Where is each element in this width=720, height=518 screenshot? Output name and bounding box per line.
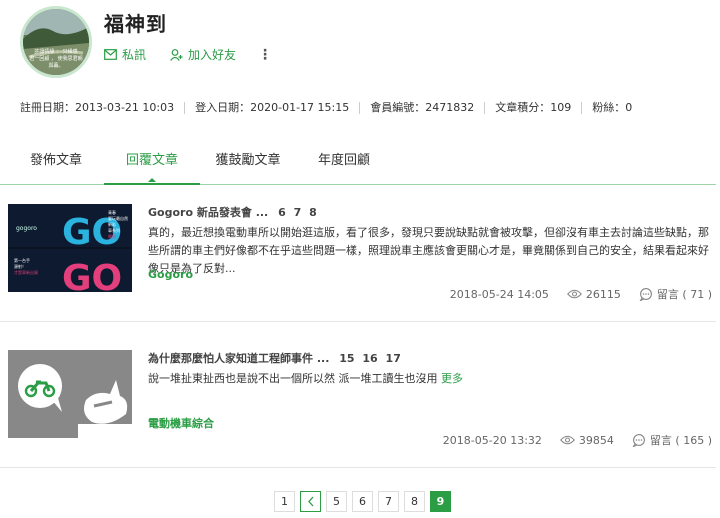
chevron-left-icon [307, 496, 313, 507]
thumb-line-3: 新彩 [108, 221, 116, 227]
post-page-links: 15 16 17 [339, 352, 405, 365]
speech-bubble-icon [639, 287, 652, 301]
avatar-caption-1: 許讓情緣 ： 只緣感 [34, 48, 77, 55]
post-excerpt: 真的，最近想換電動車所以開始逛這版，看了很多，發現只要說缺點就會被攻擊，但卻沒有… [148, 226, 709, 275]
page-button-8[interactable]: 8 [404, 491, 425, 512]
stat-fans: 粉絲：0 [581, 102, 642, 114]
post-thumbnail[interactable]: gogoro GO GO 青春 要玩最自然 新彩 車系列 開始 第一台手 源射！… [8, 204, 132, 292]
page-button-1[interactable]: 1 [274, 491, 295, 512]
post-meta: 2018-05-24 14:05 26115 留言 ( 71 ) [450, 286, 712, 302]
eye-icon [566, 289, 582, 299]
stat-login-date: 登入日期：2020-01-17 15:15 [184, 102, 359, 114]
post-page-link[interactable]: 6 [278, 206, 286, 219]
post-title-text: Gogoro 新品發表會 [148, 206, 252, 219]
tab-encouraged-articles[interactable]: 獲鼓勵文章 [200, 148, 296, 184]
post-page-links: 6 7 8 [278, 206, 321, 219]
post-title[interactable]: 為什麼那麼怕人家知道工程師事件 ... 15 16 17 [148, 350, 405, 366]
post-time: 2018-05-24 14:05 [449, 287, 549, 301]
post-meta: 2018-05-20 13:32 39854 留言 ( 165 ) [443, 432, 712, 448]
avatar-caption-3: 與暮。 [48, 62, 63, 69]
post-view-count: 26115 [585, 287, 621, 301]
thumb-line-5: 開始 [108, 233, 116, 239]
page-button-5[interactable]: 5 [326, 491, 347, 512]
page-button-current[interactable]: 9 [430, 491, 451, 512]
message-button[interactable]: 私訊 [104, 46, 146, 63]
avatar-caption-2: 君一回顧 ， 使我思君朝 [29, 55, 82, 62]
more-options-button[interactable]: ⋮ [258, 48, 272, 62]
thumb-line-4: 車系列 [108, 227, 120, 233]
thumb-line-6: 第一台手 [14, 257, 30, 263]
eye-icon [559, 435, 575, 445]
thumb-brand: gogoro [16, 225, 37, 232]
message-label: 私訊 [122, 48, 147, 62]
read-more-link[interactable]: 更多 [441, 372, 463, 385]
post-page-link[interactable]: 8 [309, 206, 317, 219]
stat-article-points: 文章積分：109 [484, 102, 581, 114]
post-excerpt-text: 說一堆扯東扯西也是說不出一個所以然 派一堆工讀生也沒用 [148, 372, 438, 385]
post-page-link[interactable]: 17 [386, 352, 401, 365]
thumb-line-8: 才是車新出資 [14, 269, 38, 275]
post-views: 26115 [566, 287, 621, 301]
post-forum-link[interactable]: Gogoro [148, 268, 193, 281]
post-thumbnail[interactable] [8, 350, 132, 438]
post-item: gogoro GO GO 青春 要玩最自然 新彩 車系列 開始 第一台手 源射！… [0, 196, 716, 322]
tab-replied-articles[interactable]: 回覆文章 [104, 148, 200, 185]
post-comment-count: 留言 ( 165 ) [649, 434, 712, 447]
thumb-line-7: 源射！ [14, 263, 26, 269]
post-view-count: 39854 [578, 433, 614, 447]
post-item: 為什麼那麼怕人家知道工程師事件 ... 15 16 17 說一堆扯東扯西也是說不… [0, 342, 716, 468]
prev-page-button[interactable] [300, 491, 321, 512]
username: 福神到 [104, 12, 167, 36]
post-comments-link[interactable]: 留言 ( 165 ) [632, 432, 712, 448]
add-friend-button[interactable]: 加入好友 [170, 46, 236, 63]
speech-bubble-icon [632, 433, 645, 447]
profile-tabs: 發佈文章 回覆文章 獲鼓勵文章 年度回顧 [0, 148, 716, 185]
post-comment-count: 留言 ( 71 ) [656, 288, 712, 301]
post-comments-link[interactable]: 留言 ( 71 ) [639, 286, 712, 302]
post-page-link[interactable]: 15 [339, 352, 354, 365]
stat-register-date: 註冊日期：2013-03-21 10:03 [20, 101, 175, 114]
thumb-line-1: 青春 [108, 209, 116, 215]
post-page-link[interactable]: 16 [362, 352, 377, 365]
pagination: 1 5 6 7 8 9 [274, 491, 451, 512]
tab-annual-review[interactable]: 年度回顧 [296, 148, 392, 184]
tab-posted-articles[interactable]: 發佈文章 [8, 148, 104, 184]
envelope-icon [104, 49, 117, 60]
post-title-ellipsis: ... [316, 352, 330, 365]
post-views: 39854 [559, 433, 614, 447]
page-button-6[interactable]: 6 [352, 491, 373, 512]
stat-member-id: 會員編號：2471832 [359, 102, 484, 114]
avatar[interactable]: 許讓情緣 ： 只緣感 君一回顧 ， 使我思君朝 與暮。 [20, 6, 92, 78]
post-title-text: 為什麼那麼怕人家知道工程師事件 [148, 352, 313, 365]
post-title[interactable]: Gogoro 新品發表會 ... 6 7 8 [148, 204, 321, 220]
post-title-ellipsis: ... [255, 206, 269, 219]
thumb-go-bottom: GO [62, 258, 122, 292]
post-page-link[interactable]: 7 [294, 206, 302, 219]
profile-actions: 私訊 加入好友 ⋮ [104, 46, 272, 63]
profile-stats: 註冊日期：2013-03-21 10:03 登入日期：2020-01-17 15… [20, 102, 642, 114]
add-friend-label: 加入好友 [188, 48, 237, 62]
page-button-7[interactable]: 7 [378, 491, 399, 512]
person-add-icon [170, 48, 183, 61]
post-forum-link[interactable]: 電動機車綜合 [148, 415, 214, 431]
thumb-line-2: 要玩最自然 [108, 215, 128, 221]
post-time: 2018-05-20 13:32 [442, 433, 542, 447]
post-excerpt: 說一堆扯東扯西也是說不出一個所以然 派一堆工讀生也沒用 更多 [148, 370, 712, 388]
